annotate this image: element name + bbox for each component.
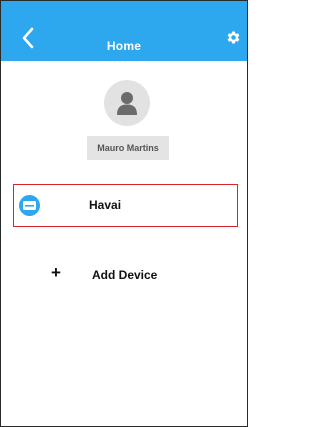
avatar[interactable] [104,80,150,126]
add-device-label: Add Device [92,268,158,282]
gear-icon [227,31,240,44]
air-conditioner-icon [19,195,40,216]
top-bar: Home [1,1,247,61]
settings-button[interactable] [219,26,247,54]
user-icon [117,92,137,115]
app-screen: Home Mauro Martins Havai + Add Device [0,0,248,427]
page-title: Home [106,39,142,53]
device-item-havai[interactable]: Havai [13,184,238,227]
add-device-button[interactable]: + Add Device [41,257,191,287]
plus-icon: + [51,263,61,282]
device-name: Havai [89,198,122,212]
username-label[interactable]: Mauro Martins [87,136,169,160]
